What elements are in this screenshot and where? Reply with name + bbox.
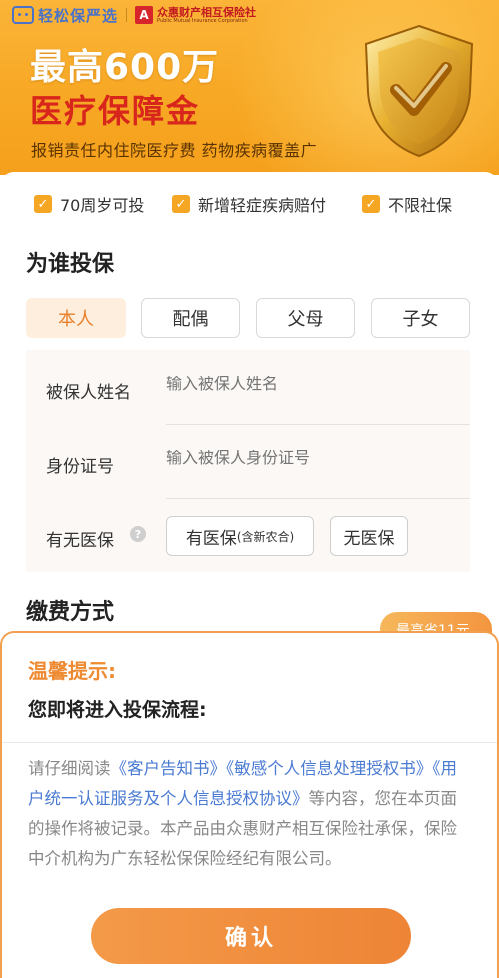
checkbox-check-icon: ✓ <box>172 195 190 213</box>
tab-spouse[interactable]: 配偶 <box>141 298 240 338</box>
tab-self[interactable]: 本人 <box>26 298 126 338</box>
checkbox-check-icon: ✓ <box>34 195 52 213</box>
notice-modal: 温馨提示: 您即将进入投保流程: 请仔细阅读《客户告知书》《敏感个人信息处理授权… <box>0 631 499 978</box>
feature-text: 新增轻症疾病赔付 <box>198 196 327 215</box>
partner-name-block: 众惠财产相互保险社 Public Mutual Insurance Corpor… <box>157 7 256 24</box>
form-divider <box>166 424 470 425</box>
modal-subtitle: 您即将进入投保流程: <box>28 699 207 721</box>
brand-logo-icon <box>12 6 34 24</box>
id-number-input[interactable] <box>166 450 466 468</box>
body-prefix: 请仔细阅读 <box>28 759 111 778</box>
checkbox-check-icon: ✓ <box>362 195 380 213</box>
confirm-button[interactable]: 确认 <box>91 908 411 964</box>
feature-text: 70周岁可投 <box>60 196 145 215</box>
option-note: (含新农合) <box>236 529 295 544</box>
name-input[interactable] <box>166 376 466 394</box>
modal-divider <box>2 742 497 743</box>
feature-item: ✓ 70周岁可投 <box>34 192 144 216</box>
feature-list: ✓ 70周岁可投 ✓ 新增轻症疾病赔付 ✓ 不限社保 <box>0 192 499 216</box>
sensitive-info-authorization-link[interactable]: 《敏感个人信息处理授权书》 <box>226 759 432 778</box>
feature-item: ✓ 新增轻症疾病赔付 <box>172 192 326 216</box>
id-label: 身份证号 <box>46 457 114 477</box>
partner-logo-icon: A <box>135 6 154 24</box>
headline-title: 医疗保障金 <box>30 92 201 130</box>
has-medical-insurance-button[interactable]: 有医保 (含新农合) <box>166 516 314 556</box>
banner-subtitle: 报销责任内住院医疗费 药物疾病覆盖广 <box>31 141 318 160</box>
insured-section-title: 为谁投保 <box>26 252 115 277</box>
shield-check-icon <box>364 24 474 158</box>
payment-section-title: 缴费方式 <box>26 600 115 625</box>
form-divider <box>166 498 470 499</box>
feature-item: ✓ 不限社保 <box>362 192 452 216</box>
customer-notice-link[interactable]: 《客户告知书》 <box>111 759 227 778</box>
brand-name: 轻松保严选 <box>38 6 119 25</box>
help-question-icon[interactable]: ? <box>130 526 146 542</box>
medical-insurance-label: 有无医保 <box>46 531 114 551</box>
promo-banner: 轻松保严选 A 众惠财产相互保险社 Public Mutual Insuranc… <box>0 0 499 175</box>
feature-text: 不限社保 <box>388 196 453 215</box>
option-label: 有医保 <box>185 528 237 549</box>
modal-body: 请仔细阅读《客户告知书》《敏感个人信息处理授权书》《用户统一认证服务及个人信息授… <box>28 754 468 874</box>
insured-info-form: 被保人姓名 身份证号 有无医保 ? 有医保(含新农合) 无医保 <box>26 350 470 572</box>
tab-parents[interactable]: 父母 <box>256 298 355 338</box>
headline-amount: 最高600万 <box>30 47 220 88</box>
name-label: 被保人姓名 <box>46 383 131 403</box>
no-medical-insurance-button[interactable]: 无医保 <box>330 516 408 556</box>
brand-divider <box>126 8 128 22</box>
partner-name: 众惠财产相互保险社 <box>157 5 257 19</box>
tab-children[interactable]: 子女 <box>371 298 470 338</box>
partner-name-en: Public Mutual Insurance Corporation <box>157 17 248 24</box>
brand-row: 轻松保严选 A 众惠财产相互保险社 Public Mutual Insuranc… <box>12 4 256 26</box>
modal-title: 温馨提示: <box>28 659 116 683</box>
